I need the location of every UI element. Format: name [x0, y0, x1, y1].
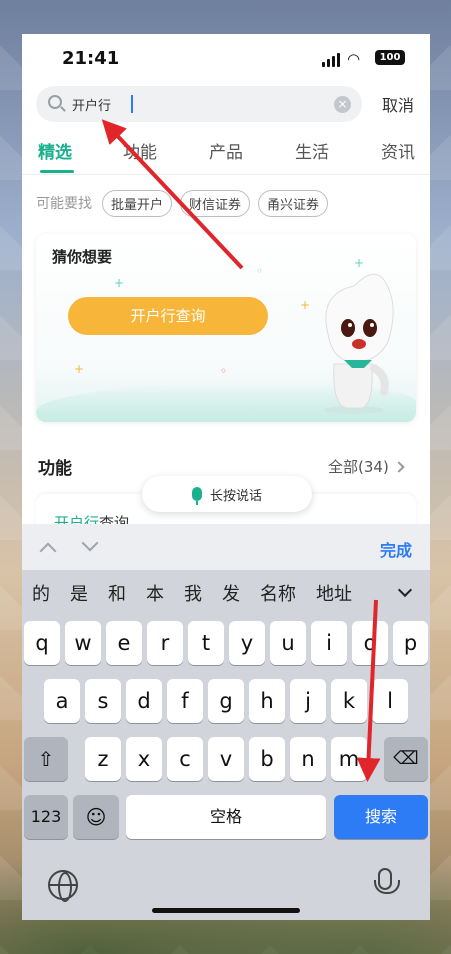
features-all-link[interactable]: 全部(34)	[328, 456, 405, 477]
account-bank-query-button[interactable]: 开户行查询	[68, 297, 268, 335]
key-x[interactable]: x	[126, 737, 162, 781]
numbers-key[interactable]: 123	[24, 795, 68, 839]
hold-to-talk-button[interactable]: 长按说话	[142, 476, 312, 512]
search-key[interactable]: 搜索	[334, 795, 428, 839]
candidate-word[interactable]: 本	[136, 580, 174, 606]
key-u[interactable]: u	[270, 621, 306, 665]
candidate-word[interactable]: 我	[174, 580, 212, 606]
wifi-icon: ◠	[347, 50, 361, 68]
key-row-1: q w e r t y u i o p	[22, 621, 430, 667]
suggestion-chip[interactable]: 甬兴证券	[258, 189, 329, 217]
key-m[interactable]: m	[331, 737, 367, 781]
tab-news[interactable]: 资讯	[381, 138, 415, 163]
candidate-word[interactable]: 名称	[250, 580, 306, 606]
sparkle-icon: ◦	[220, 364, 228, 378]
candidate-word[interactable]: 地址	[306, 580, 362, 606]
suggestion-chip[interactable]: 财信证券	[180, 189, 251, 217]
suggestions-label: 可能要找	[36, 196, 92, 212]
tab-products[interactable]: 产品	[209, 138, 243, 163]
guess-card: 猜你想要 开户行查询 + ◦ + + ◦ +	[36, 234, 416, 422]
battery-icon: 100	[375, 50, 405, 65]
key-j[interactable]: j	[290, 679, 326, 723]
key-b[interactable]: b	[249, 737, 285, 781]
status-bar: 21:41 ◠ 100	[22, 34, 430, 82]
search-icon	[48, 95, 62, 109]
done-button[interactable]: 完成	[380, 537, 412, 561]
key-w[interactable]: w	[65, 621, 101, 665]
key-y[interactable]: y	[229, 621, 265, 665]
key-l[interactable]: l	[372, 679, 408, 723]
divider	[22, 174, 430, 175]
category-tabs: 精选 功能 产品 生活 资讯	[22, 134, 430, 174]
candidate-word[interactable]: 是	[60, 580, 98, 606]
emoji-key[interactable]: ☺	[73, 795, 119, 839]
search-input[interactable]	[72, 93, 312, 115]
key-row-4: 123 ☺ 空格 搜索	[22, 795, 430, 841]
status-time: 21:41	[62, 48, 120, 69]
key-n[interactable]: n	[290, 737, 326, 781]
keyboard-bottom-bar	[22, 854, 430, 904]
candidate-word[interactable]: 和	[98, 580, 136, 606]
mascot-image	[324, 273, 394, 414]
chevron-right-icon	[393, 461, 405, 473]
key-v[interactable]: v	[208, 737, 244, 781]
keyboard-toolbar: 完成	[22, 524, 430, 570]
hold-to-talk-label: 长按说话	[209, 488, 262, 504]
search-bar[interactable]: ×	[36, 86, 362, 122]
key-g[interactable]: g	[208, 679, 244, 723]
tab-features[interactable]: 功能	[123, 138, 157, 163]
key-d[interactable]: d	[126, 679, 162, 723]
key-c[interactable]: c	[167, 737, 203, 781]
key-e[interactable]: e	[106, 621, 142, 665]
sparkle-icon: +	[74, 362, 85, 376]
suggestion-chip[interactable]: 批量开户	[102, 189, 173, 217]
shift-key[interactable]: ⇧	[24, 737, 68, 781]
key-r[interactable]: r	[147, 621, 183, 665]
key-h[interactable]: h	[249, 679, 285, 723]
key-row-2: a s d f g h j k l	[22, 679, 430, 725]
key-row-3: ⇧ z x c v b n m ⌫	[22, 737, 430, 783]
home-indicator	[152, 908, 300, 913]
sparkle-icon: ◦	[256, 264, 264, 278]
key-i[interactable]: i	[311, 621, 347, 665]
signal-icon	[322, 53, 340, 67]
dictation-microphone-icon[interactable]	[374, 868, 400, 894]
phone-screen: 21:41 ◠ 100 × 取消 精选 功能 产品 生活 资讯 可能要找 批量开…	[22, 34, 430, 920]
key-z[interactable]: z	[85, 737, 121, 781]
keyboard: 完成 的 是 和 本 我 发 名称 地址 q w e r t y u i o p…	[22, 524, 430, 920]
suggestions-row: 可能要找 批量开户 财信证券 甬兴证券	[36, 189, 329, 217]
space-key[interactable]: 空格	[126, 795, 326, 839]
cancel-button[interactable]: 取消	[382, 92, 414, 116]
tab-life[interactable]: 生活	[295, 138, 329, 163]
key-p[interactable]: p	[393, 621, 428, 665]
key-o[interactable]: o	[352, 621, 388, 665]
sparkle-icon: +	[114, 276, 125, 290]
candidate-word[interactable]: 的	[22, 580, 60, 606]
key-a[interactable]: a	[44, 679, 80, 723]
expand-candidates-icon[interactable]	[397, 582, 413, 598]
microphone-icon	[191, 487, 202, 505]
text-caret	[131, 95, 133, 113]
next-field-icon[interactable]	[81, 534, 99, 552]
key-k[interactable]: k	[331, 679, 367, 723]
previous-field-icon[interactable]	[39, 542, 57, 560]
globe-icon[interactable]	[48, 870, 78, 902]
key-q[interactable]: q	[24, 621, 60, 665]
candidate-word[interactable]: 发	[212, 580, 250, 606]
active-tab-indicator	[40, 170, 74, 173]
key-t[interactable]: t	[188, 621, 224, 665]
key-s[interactable]: s	[85, 679, 121, 723]
guess-title: 猜你想要	[52, 248, 113, 266]
candidate-bar: 的 是 和 本 我 发 名称 地址	[22, 570, 430, 616]
features-title: 功能	[38, 459, 72, 479]
key-f[interactable]: f	[167, 679, 203, 723]
features-all-label: 全部(34)	[328, 458, 389, 476]
clear-icon[interactable]: ×	[334, 96, 351, 113]
tab-featured[interactable]: 精选	[38, 138, 72, 163]
backspace-key[interactable]: ⌫	[384, 737, 428, 781]
